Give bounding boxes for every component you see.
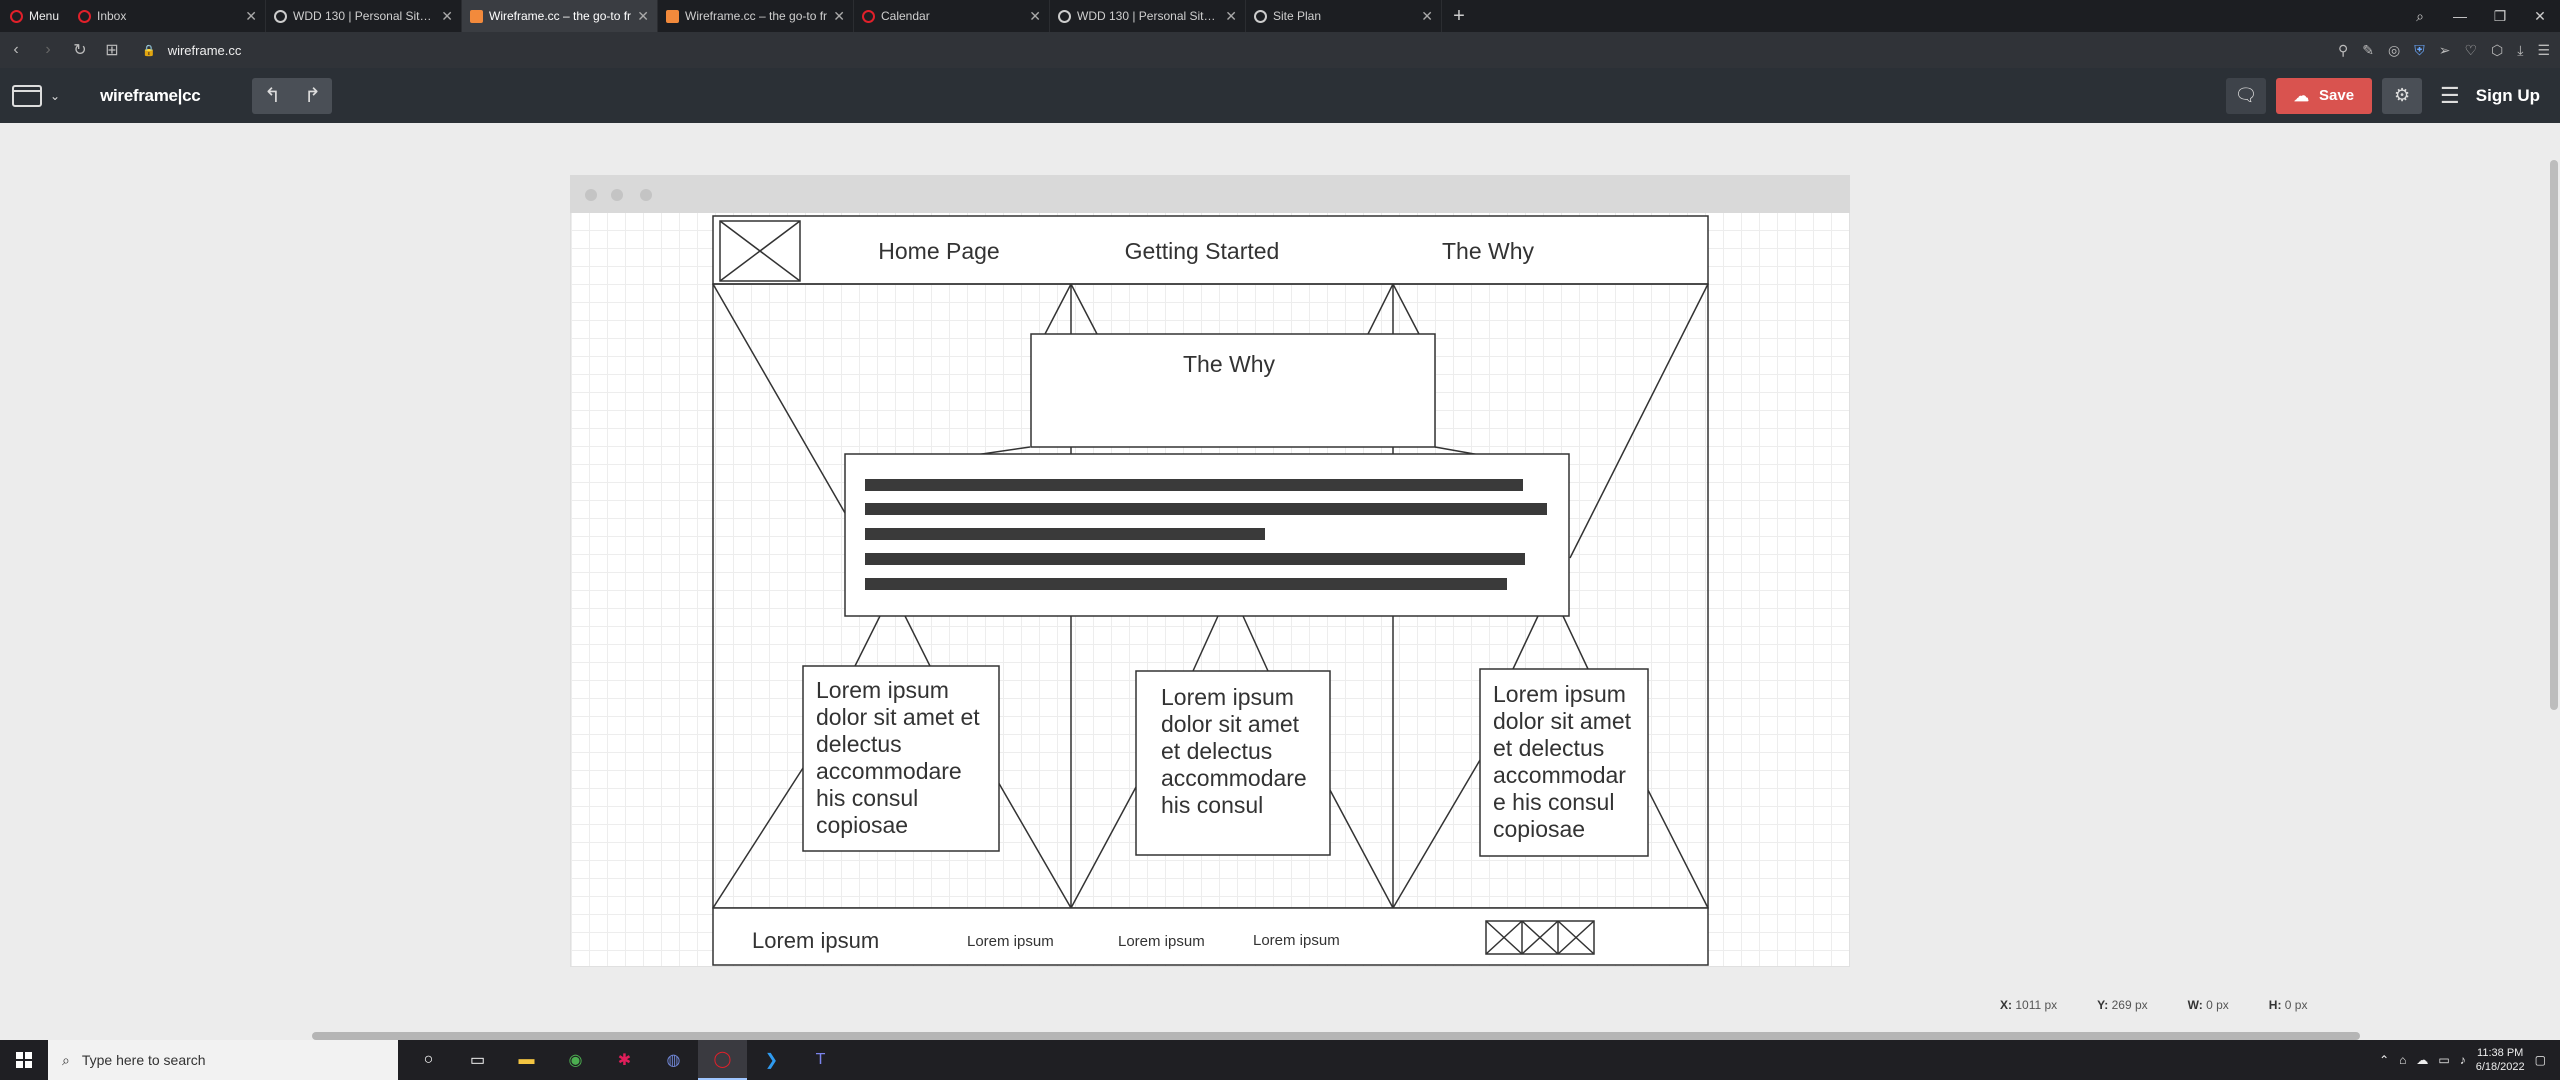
windows-taskbar: ⌕ Type here to search ○ ▭ ▬ ◉ ✱ ◍ ◯ ❯ T … xyxy=(0,1040,2560,1080)
footer-title: Lorem ipsum xyxy=(752,928,879,953)
nav-home-page: Home Page xyxy=(878,238,999,264)
horizontal-scrollbar[interactable] xyxy=(312,1032,2360,1040)
svg-text:accommodar: accommodar xyxy=(1493,762,1626,788)
clock[interactable]: 11:38 PM 6/18/2022 xyxy=(2476,1046,2525,1074)
svg-text:e his consul: e his consul xyxy=(1493,789,1614,815)
svg-text:Lorem ipsum: Lorem ipsum xyxy=(1493,681,1626,707)
taskbar-apps: ○ ▭ ▬ ◉ ✱ ◍ ◯ ❯ T xyxy=(404,1040,845,1080)
battery-icon[interactable]: ▭ xyxy=(2438,1053,2449,1067)
svg-text:dolor sit amet: dolor sit amet xyxy=(1493,708,1632,734)
discord-icon[interactable]: ◍ xyxy=(649,1040,698,1080)
svg-text:Lorem ipsum: Lorem ipsum xyxy=(1161,684,1294,710)
time: 11:38 PM xyxy=(2477,1047,2524,1059)
svg-text:his consul: his consul xyxy=(816,785,918,811)
slack-icon[interactable]: ✱ xyxy=(600,1040,649,1080)
network-icon[interactable]: ⌂ xyxy=(2399,1053,2406,1067)
y-readout: Y: 269 px xyxy=(2097,998,2148,1012)
chevron-up-icon[interactable]: ⌃ xyxy=(2379,1053,2389,1067)
svg-text:accommodare: accommodare xyxy=(1161,765,1307,791)
svg-text:accommodare: accommodare xyxy=(816,758,962,784)
taskbar-search[interactable]: ⌕ Type here to search xyxy=(48,1040,398,1080)
search-icon: ⌕ xyxy=(62,1051,70,1068)
w-readout: W: 0 px xyxy=(2187,998,2229,1012)
nav-getting-started: Getting Started xyxy=(1125,238,1280,264)
svg-text:Lorem ipsum: Lorem ipsum xyxy=(816,677,949,703)
opera-taskbar-icon[interactable]: ◯ xyxy=(698,1040,747,1080)
svg-text:et delectus: et delectus xyxy=(1161,738,1272,764)
svg-text:dolor sit amet et: dolor sit amet et xyxy=(816,704,980,730)
footer-link-3: Lorem ipsum xyxy=(1253,932,1340,949)
svg-text:dolor sit amet: dolor sit amet xyxy=(1161,711,1300,737)
vertical-scrollbar[interactable] xyxy=(2550,160,2558,710)
cortana-icon[interactable]: ○ xyxy=(404,1040,453,1080)
vscode-icon[interactable]: ❯ xyxy=(747,1040,796,1080)
chrome-icon[interactable]: ◉ xyxy=(551,1040,600,1080)
file-explorer-icon[interactable]: ▬ xyxy=(502,1040,551,1080)
x-readout: X: 1011 px xyxy=(2000,998,2058,1012)
svg-text:delectus: delectus xyxy=(816,731,902,757)
system-tray: ⌃ ⌂ ☁ ▭ ♪ 11:38 PM 6/18/2022 ▢ xyxy=(2379,1040,2560,1080)
windows-icon xyxy=(16,1052,32,1068)
volume-icon[interactable]: ♪ xyxy=(2460,1053,2466,1067)
teams-icon[interactable]: T xyxy=(796,1040,845,1080)
search-placeholder: Type here to search xyxy=(81,1052,206,1068)
date: 6/18/2022 xyxy=(2475,1061,2525,1073)
start-button[interactable] xyxy=(0,1040,48,1080)
footer-link-2: Lorem ipsum xyxy=(1118,933,1205,950)
cloud-icon[interactable]: ☁ xyxy=(2416,1053,2428,1067)
hero-title: The Why xyxy=(1183,351,1276,377)
coordinates-status: X: 1011 px Y: 269 px W: 0 px H: 0 px xyxy=(2000,998,2540,1020)
wireframe-drawing[interactable]: Home Page Getting Started The Why The Wh… xyxy=(0,0,2560,1080)
notification-icon[interactable]: ▢ xyxy=(2535,1053,2546,1067)
svg-text:et delectus: et delectus xyxy=(1493,735,1604,761)
svg-text:copiosae: copiosae xyxy=(1493,816,1585,842)
svg-text:his consul: his consul xyxy=(1161,792,1263,818)
task-view-icon[interactable]: ▭ xyxy=(453,1040,502,1080)
nav-the-why: The Why xyxy=(1442,238,1535,264)
svg-text:copiosae: copiosae xyxy=(816,812,908,838)
h-readout: H: 0 px xyxy=(2268,998,2308,1012)
footer-link-1: Lorem ipsum xyxy=(967,933,1054,950)
